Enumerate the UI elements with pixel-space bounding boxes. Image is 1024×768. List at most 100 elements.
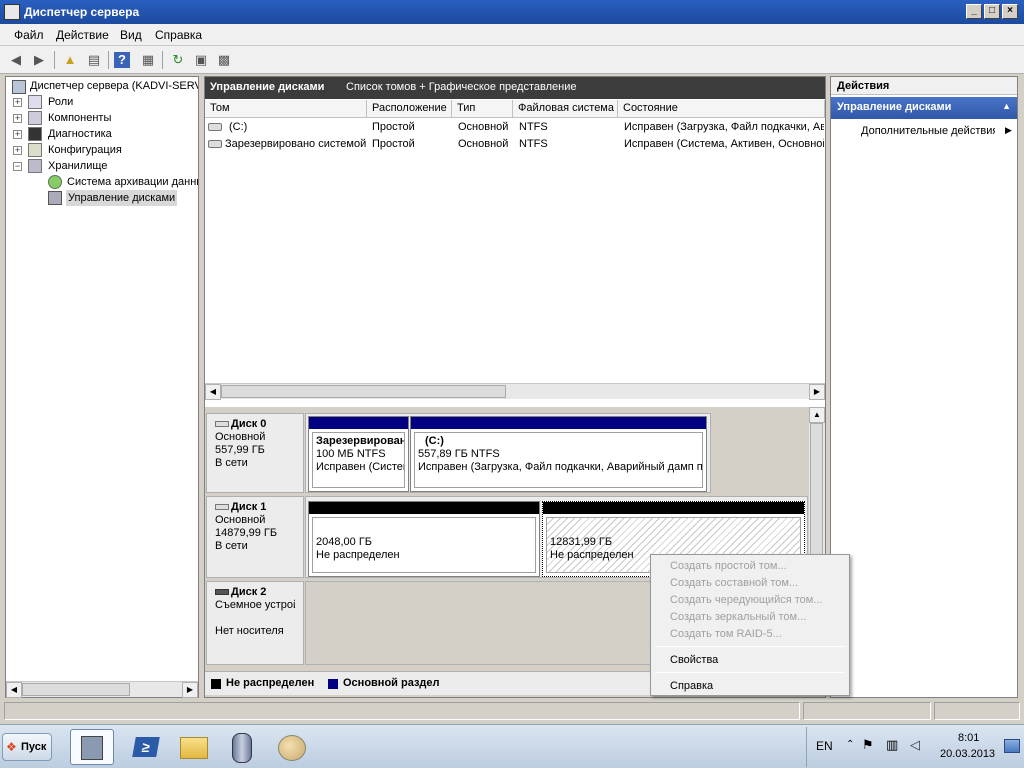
show-hide-tree-icon[interactable]: ▤	[84, 50, 104, 70]
language-indicator[interactable]: EN	[816, 739, 833, 753]
tree-item-configuration[interactable]: Конфигурация	[48, 142, 122, 158]
scroll-up-icon[interactable]: ▲	[809, 407, 825, 423]
graph-scroll-thumb[interactable]	[810, 423, 823, 563]
scroll-left-icon[interactable]: ◀	[205, 384, 221, 400]
menu-help-item[interactable]: Справка	[670, 680, 713, 692]
taskbar-server-manager[interactable]	[70, 729, 114, 765]
actions-title: Действия	[831, 77, 1017, 95]
collapse-storage-icon[interactable]: −	[13, 162, 22, 171]
expand-components-icon[interactable]: +	[13, 114, 22, 123]
tree-horizontal-scrollbar[interactable]: ◀ ▶	[6, 681, 198, 698]
maximize-button[interactable]: □	[984, 4, 1000, 19]
column-status[interactable]: Состояние	[618, 100, 825, 118]
column-type[interactable]: Тип	[452, 100, 513, 118]
tree-root[interactable]: Диспетчер сервера (KADVI-SERVER)	[30, 78, 198, 94]
taskbar-powershell[interactable]: ≥	[124, 729, 168, 765]
network-icon[interactable]: ▥	[886, 737, 898, 753]
taskbar-paint[interactable]	[270, 729, 314, 765]
column-layout[interactable]: Расположение	[367, 100, 452, 118]
properties-icon[interactable]: ▣	[191, 50, 211, 70]
action-center-flag-icon[interactable]: ⚑	[862, 737, 874, 753]
snapin-icon[interactable]: ▩	[214, 50, 234, 70]
tree-scroll-thumb[interactable]	[22, 683, 130, 696]
windows-logo-icon: ❖	[6, 740, 17, 754]
taskbar-explorer[interactable]	[172, 729, 216, 765]
menu-separator	[655, 646, 845, 647]
context-menu: Создать простой том... Создать составной…	[650, 554, 850, 696]
actions-section-header[interactable]: Управление дисками ▲	[831, 97, 1017, 119]
tree-item-storage[interactable]: Хранилище	[48, 158, 107, 174]
scroll-left-icon[interactable]: ◀	[6, 682, 22, 698]
scroll-right-icon[interactable]: ▶	[182, 682, 198, 698]
taskbar-storage-app[interactable]	[220, 729, 264, 765]
show-desktop-button[interactable]	[1004, 739, 1020, 753]
help-icon[interactable]: ?	[114, 52, 130, 68]
diagnostics-icon	[28, 127, 42, 141]
volume-scroll-thumb[interactable]	[221, 385, 506, 398]
show-hidden-icons-icon[interactable]: ⌃	[846, 739, 854, 750]
tree-item-backup[interactable]: Система архивации данных	[67, 174, 198, 190]
partition-c[interactable]: (C:) 557,89 ГБ NTFS Исправен (Загрузка, …	[410, 416, 707, 492]
tree-item-roles[interactable]: Роли	[48, 94, 73, 110]
back-arrow-icon[interactable]: ◀	[6, 50, 26, 70]
menu-separator	[655, 672, 845, 673]
menu-properties[interactable]: Свойства	[670, 654, 718, 666]
toolbar: ◀ ▶ ▲ ▤ ? ▦ ↻ ▣ ▩	[0, 46, 1024, 74]
menu-view[interactable]: Вид	[120, 28, 142, 42]
expand-roles-icon[interactable]: +	[13, 98, 22, 107]
tree-item-diagnostics[interactable]: Диагностика	[48, 126, 112, 142]
disk-1-info[interactable]: Диск 1 Основной 14879,99 ГБ В сети	[206, 496, 304, 578]
start-button[interactable]: ❖ Пуск	[2, 733, 52, 761]
menu-action[interactable]: Действие	[56, 28, 109, 42]
tray-separator	[806, 727, 807, 767]
clock-time[interactable]: 8:01	[958, 732, 979, 744]
disk-0-name: Диск 0	[215, 418, 295, 431]
disk-0-info[interactable]: Диск 0 Основной 557,99 ГБ В сети	[206, 413, 304, 493]
close-button[interactable]: ×	[1002, 4, 1018, 19]
menu-create-striped-volume: Создать чередующийся том...	[670, 594, 823, 606]
disk-icon	[215, 421, 229, 427]
collapse-up-icon[interactable]: ▲	[1002, 101, 1011, 111]
storage-icon	[28, 159, 42, 173]
column-volume[interactable]: Том	[205, 100, 367, 118]
partition-reserved[interactable]: Зарезервировано системой 100 МБ NTFS Исп…	[308, 416, 409, 492]
export-icon[interactable]: ▦	[138, 50, 158, 70]
minimize-button[interactable]: _	[966, 4, 982, 19]
configuration-icon	[28, 143, 42, 157]
actions-pane: Действия Управление дисками ▲ Дополнител…	[830, 76, 1018, 698]
palette-icon	[278, 735, 306, 761]
menu-file[interactable]: Файл	[14, 28, 44, 42]
menu-create-simple-volume: Создать простой том...	[670, 560, 787, 572]
title-bar[interactable]: Диспетчер сервера _ □ ×	[0, 0, 1024, 24]
components-icon	[28, 111, 42, 125]
menu-help[interactable]: Справка	[155, 28, 202, 42]
disk-2-info[interactable]: Диск 2 Съемное устройство Нет носителя	[206, 581, 304, 665]
status-panel-3	[934, 702, 1020, 720]
pane-title: Управление дисками	[210, 81, 325, 93]
tree-item-components[interactable]: Компоненты	[48, 110, 111, 126]
more-actions-link[interactable]: Дополнительные действия	[861, 125, 995, 137]
volume-list-horizontal-scrollbar[interactable]: ◀ ▶	[205, 383, 825, 400]
status-bar	[0, 700, 1024, 722]
primary-partition-bar	[309, 417, 408, 429]
expand-configuration-icon[interactable]: +	[13, 146, 22, 155]
scroll-right-icon[interactable]: ▶	[809, 384, 825, 400]
unallocated-partition-1[interactable]: 2048,00 ГБ Не распределен	[308, 501, 540, 577]
legend-unallocated: Не распределен	[226, 677, 315, 689]
tree-item-disk-management[interactable]: Управление дисками	[66, 190, 178, 206]
disk-icon	[215, 504, 229, 510]
folder-icon	[180, 737, 208, 759]
clock-date[interactable]: 20.03.2013	[940, 748, 995, 760]
pane-header: Управление дисками Список томов + Графич…	[205, 77, 825, 99]
menu-bar: Файл Действие Вид Справка	[0, 24, 1024, 46]
up-folder-icon[interactable]: ▲	[60, 50, 80, 70]
status-panel-main	[4, 702, 800, 720]
navigation-tree[interactable]: Диспетчер сервера (KADVI-SERVER) + Роли …	[5, 76, 199, 698]
volume-muted-icon[interactable]: ◁	[910, 737, 920, 753]
menu-create-raid5-volume: Создать том RAID-5...	[670, 628, 782, 640]
expand-diagnostics-icon[interactable]: +	[13, 130, 22, 139]
refresh-icon[interactable]: ↻	[168, 50, 188, 70]
column-filesystem[interactable]: Файловая система	[513, 100, 618, 118]
forward-arrow-icon[interactable]: ▶	[29, 50, 49, 70]
taskbar: ❖ Пуск ≥ EN ⌃ ⚑ ▥ ◁ 8:01 20.03.2013	[0, 724, 1024, 768]
